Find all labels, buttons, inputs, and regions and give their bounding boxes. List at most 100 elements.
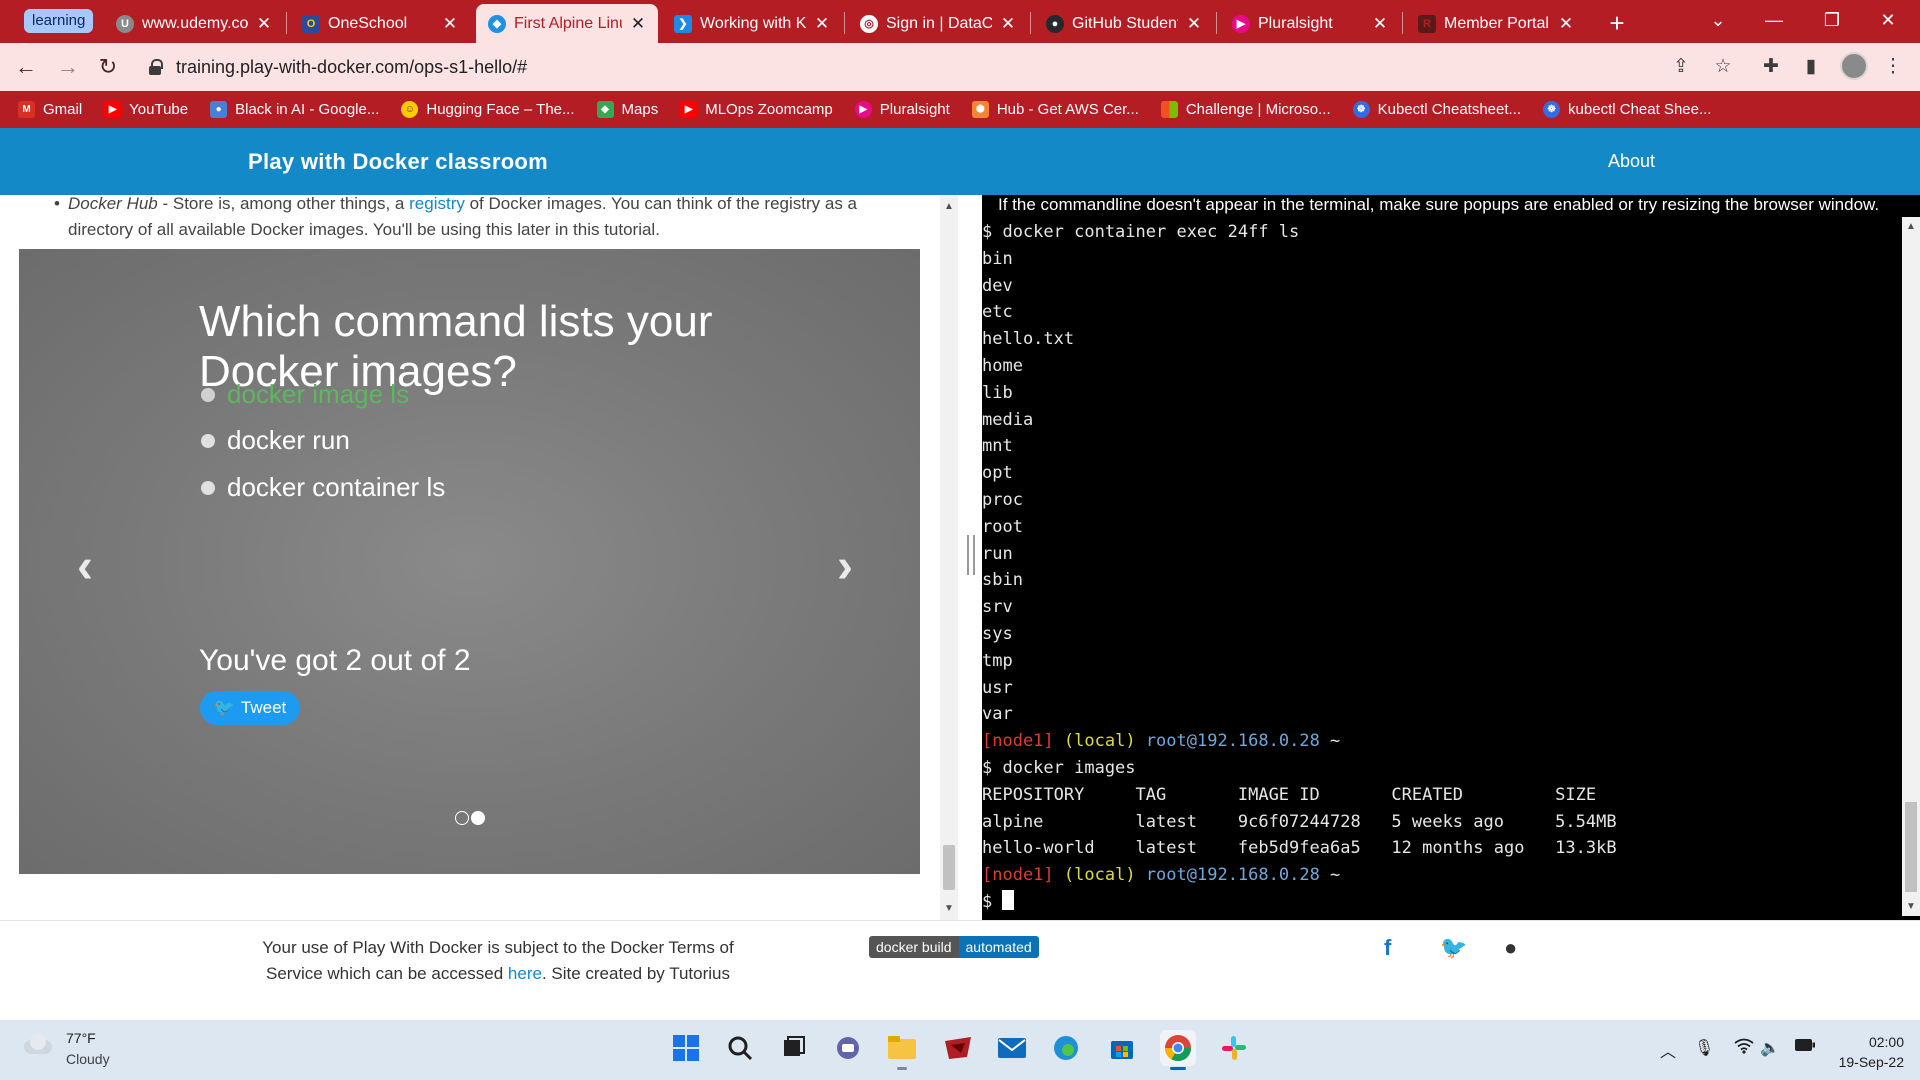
carousel-prev-icon[interactable]: ‹ [77,539,93,594]
microsoft-store-icon[interactable] [1104,1030,1140,1066]
terminal-output-line: root [982,516,1023,537]
terms-link[interactable]: here [508,964,542,983]
system-clock[interactable]: 02:00 19-Sep-22 [1834,1032,1904,1072]
new-tab-button[interactable]: + [1600,6,1634,40]
ruby-app-icon[interactable] [940,1030,976,1066]
quiz-option[interactable]: docker container ls [201,472,445,503]
file-explorer-icon[interactable] [884,1030,920,1070]
bookmark-hugging-face[interactable]: ☺ Hugging Face – The... [401,101,575,118]
nav-about-link[interactable]: About [1608,151,1655,172]
bookmark-black-in-ai[interactable]: ● Black in AI - Google... [210,101,379,118]
quiz-option-correct[interactable]: docker image ls [201,379,409,410]
windows-start-icon[interactable] [668,1030,704,1066]
volume-icon[interactable]: 🔈 [1760,1038,1780,1058]
terminal-output-line: media [982,409,1034,430]
scroll-thumb[interactable] [943,845,955,890]
resize-grip-icon[interactable] [967,535,975,575]
content-scrollbar[interactable]: ▲ ▼ [940,195,958,920]
tab-datacamp-signin[interactable]: ◎ Sign in | DataCa ✕ [848,4,1028,43]
bookmark-mlops-zoomcamp[interactable]: ▶ MLOps Zoomcamp [680,101,833,118]
tab-first-alpine-linux[interactable]: ◆ First Alpine Linux ✕ [476,4,658,43]
back-icon[interactable]: ← [10,51,42,83]
share-icon[interactable]: ⇪ [1668,54,1694,80]
weather-condition[interactable]: Cloudy [66,1051,110,1067]
bookmark-aws-hub[interactable]: ⬢ Hub - Get AWS Cer... [971,101,1139,118]
close-icon[interactable]: ✕ [630,14,646,34]
scroll-up-icon[interactable]: ▲ [1906,221,1916,232]
bookmark-kubectl-cheat-sheet[interactable]: ☸ kubectl Cheat Shee... [1543,101,1711,118]
close-icon[interactable]: ✕ [1186,14,1202,34]
globe-icon: ◎ [860,14,878,33]
carousel-indicator-active[interactable] [471,811,485,825]
profile-avatar[interactable] [1840,52,1868,80]
tab-github-student[interactable]: ● GitHub Student ✕ [1034,4,1214,43]
search-icon[interactable] [722,1030,758,1066]
tab-group-chip[interactable]: learning [24,9,94,33]
wifi-icon[interactable] [1734,1038,1754,1059]
lock-icon[interactable] [148,59,163,75]
microphone-icon[interactable]: 🎙 [1694,1038,1714,1058]
close-icon[interactable]: ✕ [1558,14,1574,34]
close-icon[interactable]: ✕ [442,14,458,34]
carousel-next-icon[interactable]: › [837,539,853,594]
bookmark-star-icon[interactable]: ☆ [1710,54,1736,80]
terminal-output[interactable]: $ docker container exec 24ff ls bin dev etc… [982,219,1898,916]
carousel-indicator[interactable] [455,811,469,825]
side-panel-icon[interactable]: ▮ [1798,54,1824,80]
mail-icon[interactable] [994,1030,1030,1066]
restore-icon[interactable]: ❐ [1804,0,1860,43]
pane-resize-handle[interactable] [958,195,982,920]
terminal-output-line: tmp [982,650,1013,671]
menu-icon[interactable]: ⋮ [1880,54,1906,80]
bookmark-pluralsight[interactable]: ▶ Pluralsight [854,101,950,118]
cloudy-weather-icon[interactable] [20,1034,54,1056]
site-brand[interactable]: Play with Docker classroom [248,149,548,175]
tab-udemy[interactable]: U www.udemy.com ✕ [104,4,284,43]
bookmark-kubectl-cheatsheet[interactable]: ☸ Kubectl Cheatsheet... [1352,101,1521,118]
tab-search-icon[interactable]: ⌄ [1690,0,1746,43]
bookmark-maps[interactable]: ◆ Maps [596,101,658,118]
slack-icon[interactable] [1216,1030,1252,1066]
pluralsight-icon: ▶ [854,101,872,118]
forward-icon[interactable]: → [52,51,84,83]
edge-browser-icon[interactable] [1048,1030,1084,1066]
quiz-option[interactable]: docker run [201,425,350,456]
scroll-up-icon[interactable]: ▲ [944,201,954,212]
close-icon[interactable]: ✕ [256,14,272,34]
terminal-panel[interactable]: If the commandline doesn't appear in the… [982,195,1920,920]
close-icon[interactable]: ✕ [1000,14,1016,34]
reload-icon[interactable]: ↻ [92,51,124,83]
extensions-icon[interactable]: ✚ [1758,54,1784,80]
twitter-icon[interactable]: 🐦 [1440,935,1467,961]
tab-member-portal[interactable]: R Member Portal ✕ [1406,4,1586,43]
address-bar[interactable]: training.play-with-docker.com/ops-s1-hel… [140,49,1700,85]
minimize-icon[interactable]: — [1746,0,1802,43]
battery-icon[interactable] [1794,1038,1816,1057]
bookmark-gmail[interactable]: M Gmail [18,101,82,118]
scroll-thumb[interactable] [1905,802,1917,892]
teams-chat-icon[interactable] [830,1030,866,1066]
url-text[interactable]: training.play-with-docker.com/ops-s1-hel… [176,57,527,78]
docker-build-badge[interactable]: docker build automated [869,936,1039,958]
scroll-down-icon[interactable]: ▼ [944,903,954,914]
window-close-icon[interactable]: ✕ [1860,0,1916,43]
chrome-icon[interactable] [1160,1030,1196,1070]
tweet-button[interactable]: 🐦 Tweet [200,691,300,725]
close-icon[interactable]: ✕ [814,14,830,34]
bookmark-microsoft-challenge[interactable]: Challenge | Microso... [1160,101,1331,118]
close-icon[interactable]: ✕ [1372,14,1388,34]
tab-pluralsight[interactable]: ▶ Pluralsight ✕ [1220,4,1400,43]
terminal-prompt: [node1] (local) root@192.168.0.28 ~ [982,865,1341,886]
tab-working-with-kubernetes[interactable]: ❯ Working with Ku ✕ [662,4,842,43]
facebook-icon[interactable]: f [1384,935,1391,961]
weather-temperature[interactable]: 77°F [66,1030,96,1046]
scroll-down-icon[interactable]: ▼ [1906,901,1916,912]
task-view-icon[interactable] [776,1030,812,1066]
terminal-output-line: lib [982,382,1013,403]
show-hidden-icons-icon[interactable]: ︿ [1660,1038,1676,1062]
github-icon[interactable]: ● [1504,935,1517,961]
bookmark-youtube[interactable]: ▶ YouTube [104,101,188,118]
terminal-scrollbar[interactable]: ▲ ▼ [1902,217,1920,916]
registry-link[interactable]: registry [409,195,465,213]
tab-oneschool[interactable]: O OneSchool ✕ [290,4,470,43]
